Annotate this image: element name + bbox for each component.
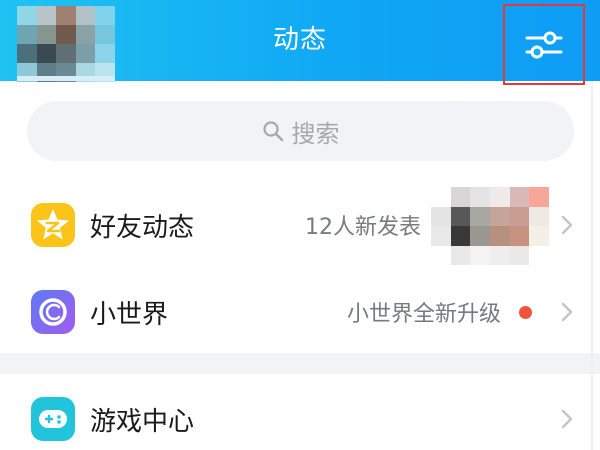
gamepad-icon	[31, 397, 75, 441]
small-world-icon	[31, 290, 75, 334]
list-item-sublabel: 12人新发表	[305, 215, 421, 240]
notification-dot	[519, 305, 532, 319]
top-bar: 动态	[0, 0, 600, 85]
list-item-small-world[interactable]: 小世界 小世界全新升级	[0, 267, 600, 357]
scroll-edge	[591, 81, 593, 450]
chevron-right-icon	[561, 409, 573, 429]
section-divider	[0, 353, 600, 374]
search-placeholder: 搜索	[291, 119, 340, 148]
search-bar[interactable]: 搜索	[27, 101, 574, 161]
search-icon	[262, 121, 283, 142]
chevron-right-icon	[561, 302, 573, 322]
qzone-star-icon	[31, 203, 75, 247]
chevron-right-icon	[561, 215, 573, 235]
list-item-sublabel: 小世界全新升级	[347, 302, 502, 327]
feed-thumbnail	[431, 187, 549, 265]
avatar-underline	[17, 76, 115, 81]
sliders-icon	[525, 31, 563, 58]
list-item-label: 游戏中心	[90, 406, 195, 437]
list-item-label: 好友动态	[90, 212, 195, 243]
list-item-label: 小世界	[90, 299, 169, 330]
avatar[interactable]	[17, 6, 115, 82]
settings-button[interactable]	[503, 4, 585, 85]
list-item-game-center[interactable]: 游戏中心	[0, 374, 600, 450]
